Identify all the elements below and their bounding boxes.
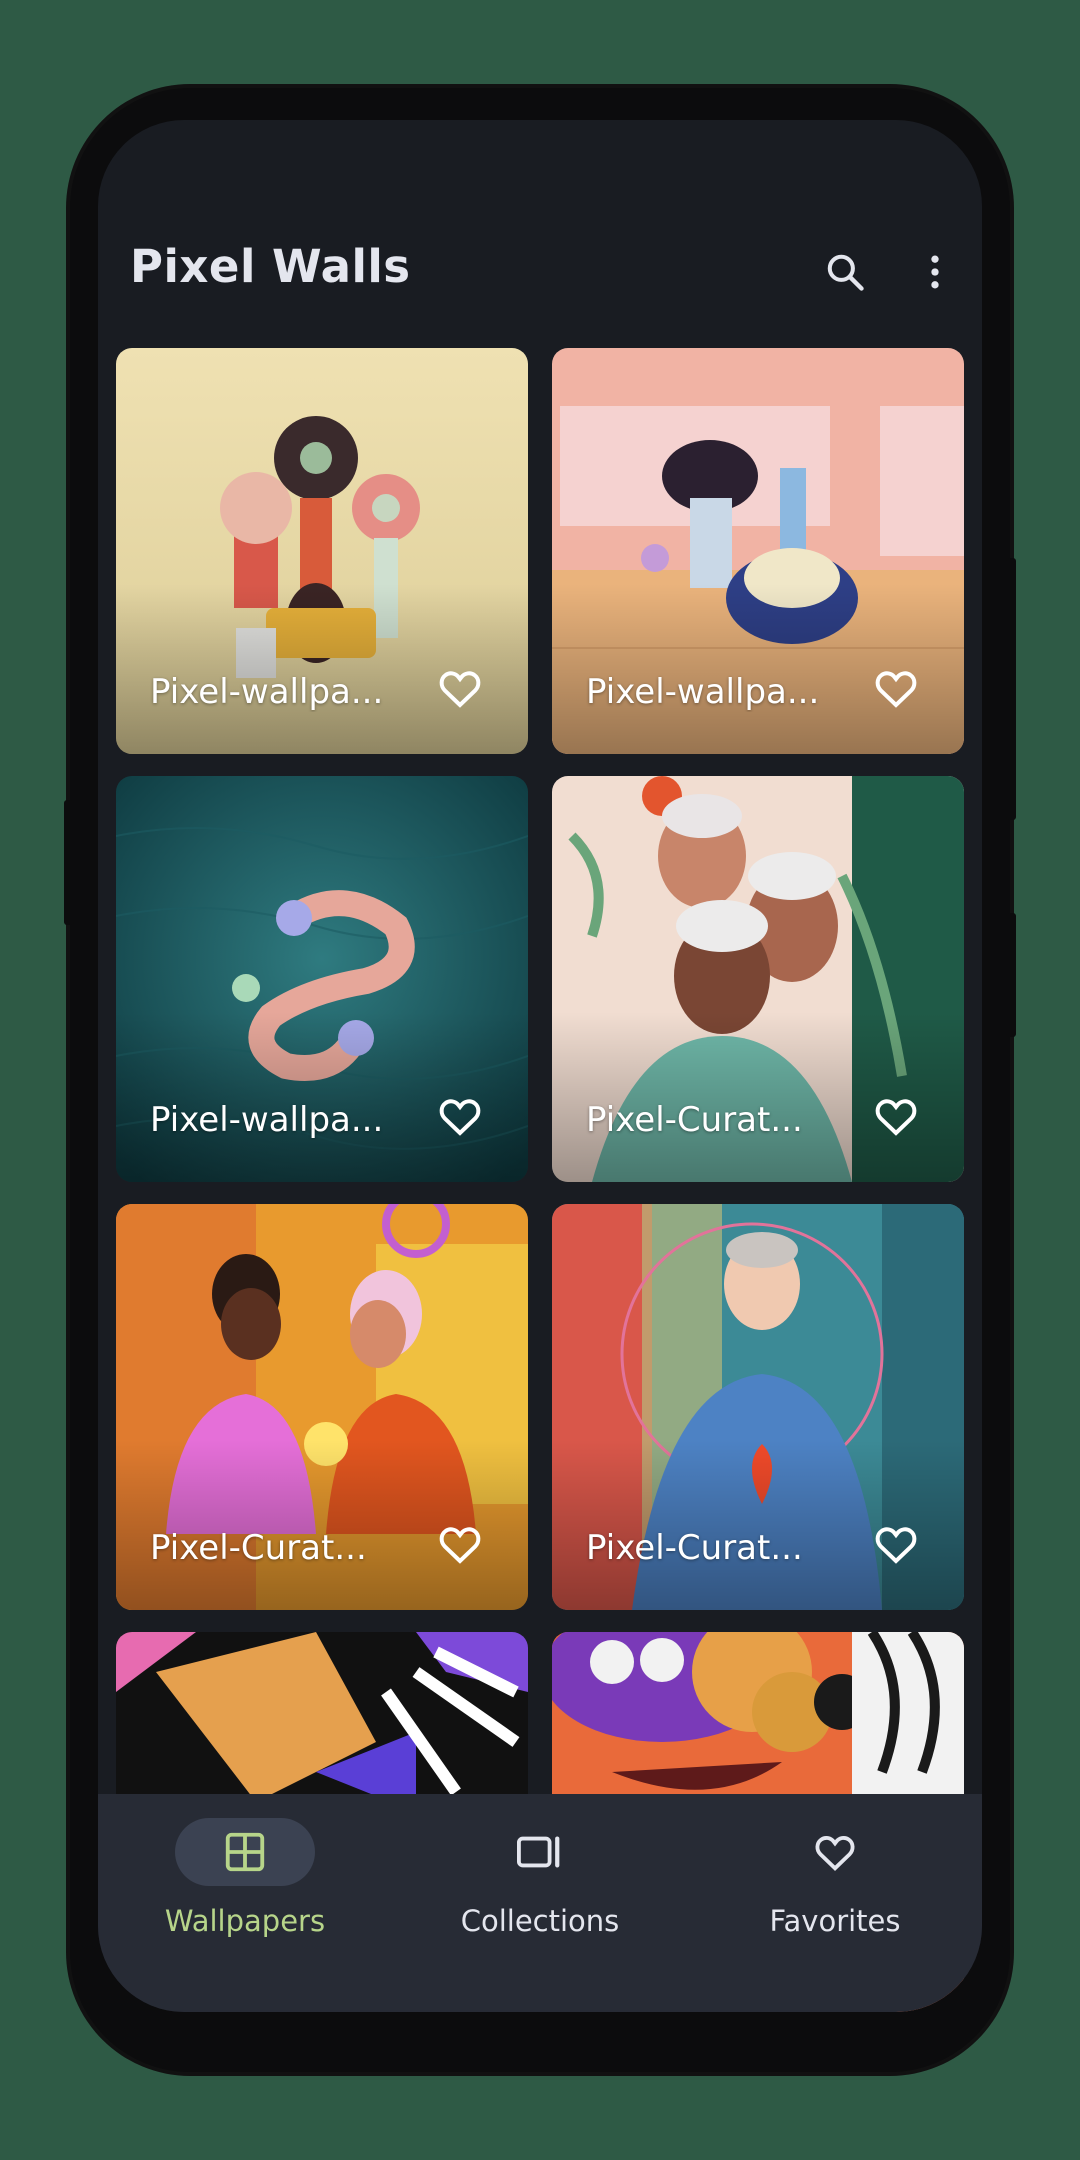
nav-item-favorites[interactable]: Favorites (688, 1794, 982, 2012)
wallpaper-card[interactable]: Pixel-wallpa... (116, 348, 528, 754)
more-options-button[interactable] (905, 242, 965, 302)
heart-icon[interactable] (872, 664, 920, 712)
nav-item-collections[interactable]: Collections (393, 1794, 687, 2012)
wallpaper-title: Pixel-Curat... (586, 1528, 803, 1568)
heart-icon[interactable] (436, 1092, 484, 1140)
wallpaper-title: Pixel-Curat... (150, 1528, 367, 1568)
heart-icon (815, 1836, 855, 1871)
heart-icon[interactable] (872, 1092, 920, 1140)
wallpaper-title: Pixel-wallpa... (586, 672, 820, 712)
wallpaper-card[interactable]: Pixel-Curat... (552, 776, 964, 1182)
nav-active-indicator (175, 1818, 315, 1886)
heart-icon[interactable] (436, 1520, 484, 1568)
search-icon (827, 254, 864, 291)
app-screen: Pixel Walls Pixel-wallpa... Pixel-wallpa… (98, 120, 982, 2012)
wallpaper-card[interactable]: Pixel-wallpa... (116, 776, 528, 1182)
collections-icon (517, 1836, 560, 1868)
nav-label: Collections (460, 1904, 620, 1938)
wallpaper-title: Pixel-Curat... (586, 1100, 803, 1140)
wallpaper-card[interactable]: Pixel-Curat... (552, 1204, 964, 1610)
heart-icon[interactable] (872, 1520, 920, 1568)
phone-side-button (64, 800, 74, 925)
app-title: Pixel Walls (130, 240, 411, 293)
nav-label: Favorites (769, 1904, 901, 1938)
phone-volume-button (1006, 913, 1016, 1037)
wallpaper-title: Pixel-wallpa... (150, 672, 384, 712)
nav-icon-holder (470, 1818, 610, 1886)
wallpaper-card[interactable]: Pixel-wallpa... (552, 348, 964, 754)
nav-item-wallpapers[interactable]: Wallpapers (98, 1794, 392, 2012)
bottom-navigation: Wallpapers Collections Favorites (98, 1794, 982, 2012)
phone-power-button (1006, 558, 1016, 820)
nav-label: Wallpapers (164, 1904, 326, 1938)
grid-icon (225, 1832, 265, 1872)
search-button[interactable] (815, 242, 875, 302)
nav-icon-holder (765, 1818, 905, 1886)
heart-icon[interactable] (436, 664, 484, 712)
more-vert-icon (931, 255, 939, 289)
wallpaper-card[interactable]: Pixel-Curat... (116, 1204, 528, 1610)
wallpaper-title: Pixel-wallpa... (150, 1100, 384, 1140)
